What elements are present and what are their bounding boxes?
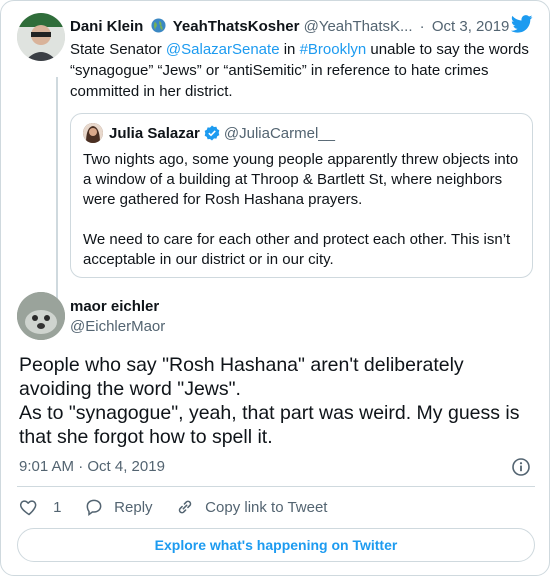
quoted-paragraph: We need to care for each other and prote… bbox=[83, 231, 511, 268]
quoted-paragraph: Two nights ago, some young people appare… bbox=[83, 151, 519, 208]
tweet-embed-card: Dani Klein YeahThatsKosher @YeahThatsK..… bbox=[0, 0, 550, 576]
like-count: 1 bbox=[53, 499, 62, 516]
main-tweet-text: People who say "Rosh Hashana" aren't del… bbox=[19, 353, 539, 449]
twitter-bird-icon[interactable] bbox=[510, 15, 533, 33]
quoted-author-handle: @JuliaCarmel__ bbox=[223, 125, 335, 142]
parent-text-segment: in bbox=[279, 41, 300, 58]
heart-icon bbox=[19, 500, 37, 516]
info-icon[interactable] bbox=[511, 457, 531, 477]
copy-link-label: Copy link to Tweet bbox=[205, 499, 328, 516]
reply-icon bbox=[86, 499, 102, 516]
parent-text-segment: State Senator bbox=[70, 41, 166, 58]
reply-button[interactable]: Reply bbox=[84, 497, 153, 519]
copy-link-button[interactable]: Copy link to Tweet bbox=[175, 497, 327, 519]
quoted-tweet[interactable]: Julia Salazar @JuliaCarmel__ Two nights … bbox=[70, 113, 533, 278]
main-author-name[interactable]: maor eichler bbox=[70, 297, 159, 317]
quoted-author-name: Julia Salazar bbox=[109, 125, 200, 142]
like-button[interactable]: 1 bbox=[19, 497, 62, 519]
link-icon bbox=[178, 500, 192, 514]
main-author-handle[interactable]: @EichlerMaor bbox=[70, 317, 165, 337]
parent-tweet-header: Dani Klein YeahThatsKosher @YeahThatsK..… bbox=[70, 17, 535, 39]
parent-tweet-text: State Senator @SalazarSenate in #Brookly… bbox=[70, 39, 540, 102]
quoted-author-avatar bbox=[83, 123, 103, 143]
main-tweet-line: As to "synagogue", yeah, that part was w… bbox=[19, 402, 520, 448]
parent-tweet-date[interactable]: Oct 3, 2019 bbox=[432, 18, 510, 35]
explore-twitter-button[interactable]: Explore what's happening on Twitter bbox=[17, 528, 535, 562]
separator-dot: · bbox=[419, 18, 425, 35]
parent-author-name-extra[interactable]: YeahThatsKosher bbox=[173, 18, 300, 35]
reply-label: Reply bbox=[114, 499, 153, 516]
thread-connector-line bbox=[56, 77, 58, 299]
divider bbox=[17, 486, 535, 487]
parent-author-handle[interactable]: @YeahThatsK... bbox=[304, 18, 413, 35]
globe-icon bbox=[151, 18, 166, 33]
main-tweet-timestamp[interactable]: 9:01 AM · Oct 4, 2019 bbox=[19, 457, 165, 477]
mention-link-salazarsenate[interactable]: @SalazarSenate bbox=[166, 41, 280, 58]
quoted-tweet-header: Julia Salazar @JuliaCarmel__ bbox=[83, 123, 335, 145]
parent-author-name[interactable]: Dani Klein bbox=[70, 18, 143, 35]
parent-author-avatar[interactable] bbox=[17, 13, 65, 61]
hashtag-link-brooklyn[interactable]: #Brooklyn bbox=[300, 41, 367, 58]
verified-badge-icon bbox=[204, 125, 220, 141]
main-author-avatar[interactable] bbox=[17, 292, 65, 340]
quoted-tweet-text: Two nights ago, some young people appare… bbox=[83, 150, 523, 290]
main-tweet-line: People who say "Rosh Hashana" aren't del… bbox=[19, 354, 464, 400]
